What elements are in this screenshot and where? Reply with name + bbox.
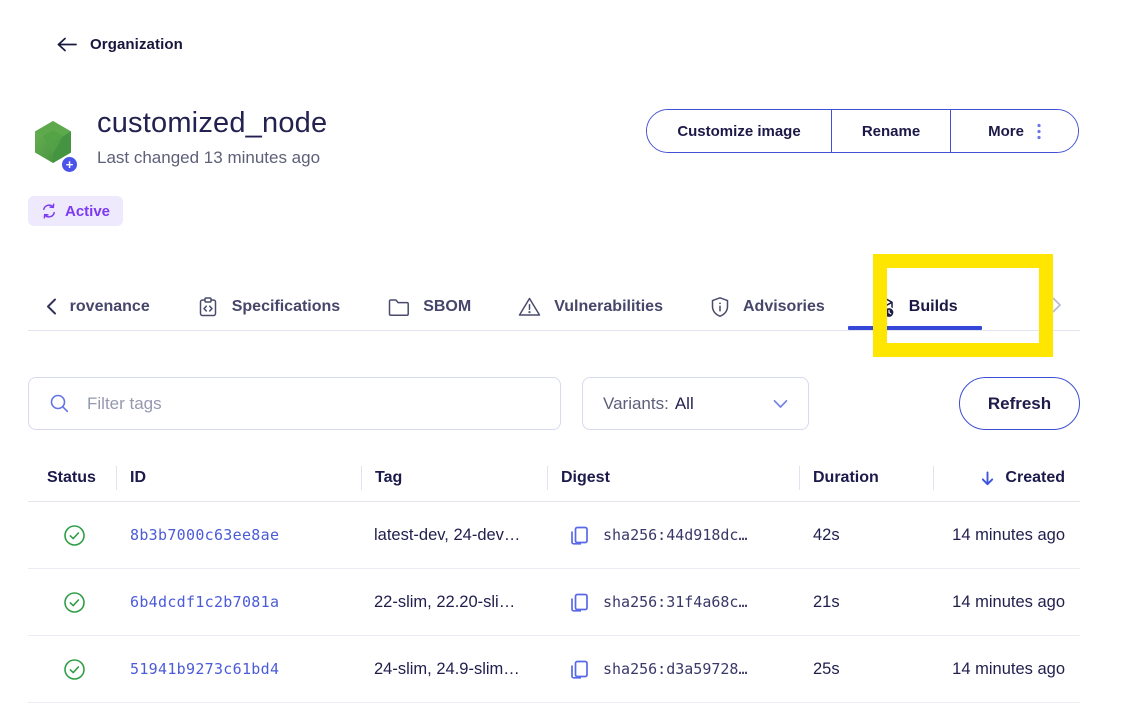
- image-detail-page: Organization + customized_node Last chan…: [0, 0, 1125, 718]
- tab-vulnerabilities[interactable]: Vulnerabilities: [518, 283, 663, 330]
- check-circle-icon: [64, 525, 85, 546]
- copy-icon[interactable]: [568, 591, 590, 613]
- tab-vulnerabilities-label: Vulnerabilities: [554, 298, 663, 316]
- folder-icon: [387, 297, 410, 317]
- customize-image-label: Customize image: [677, 123, 800, 140]
- tab-specifications[interactable]: Specifications: [197, 283, 340, 330]
- column-header-digest[interactable]: Digest: [547, 469, 799, 487]
- tab-builds-label: Builds: [909, 298, 958, 316]
- variants-dropdown[interactable]: Variants: All: [582, 377, 809, 430]
- plus-badge-icon: +: [60, 155, 79, 174]
- tab-advisories[interactable]: Advisories: [710, 283, 825, 330]
- clipboard-code-icon: [197, 296, 219, 318]
- status-badge: Active: [28, 196, 123, 226]
- breadcrumb: Organization: [57, 36, 183, 53]
- build-status-cell: [28, 592, 116, 613]
- column-header-duration[interactable]: Duration: [799, 469, 933, 487]
- digest-text: sha256:44d918dc…: [603, 526, 748, 544]
- build-status-cell: [28, 659, 116, 680]
- status-badge-label: Active: [65, 203, 110, 220]
- check-circle-icon: [64, 592, 85, 613]
- column-header-status[interactable]: Status: [28, 469, 116, 487]
- tab-provenance[interactable]: Provenance: [69, 283, 150, 330]
- warning-triangle-icon: [518, 296, 541, 317]
- image-logo: +: [33, 120, 89, 178]
- rename-label: Rename: [862, 123, 920, 140]
- build-digest-cell: sha256:d3a59728…: [547, 658, 799, 680]
- tab-scroll-right-icon[interactable]: [1052, 297, 1062, 313]
- filter-row: Variants: All Refresh: [28, 377, 1080, 430]
- rename-button[interactable]: Rename: [831, 110, 950, 152]
- more-label: More: [988, 123, 1024, 140]
- table-row: 8b3b7000c63ee8ae latest-dev, 24-dev… sha…: [28, 502, 1080, 569]
- package-clock-icon: [872, 295, 896, 319]
- tab-sbom-label: SBOM: [423, 298, 471, 316]
- variants-value: All: [675, 394, 694, 414]
- created-header-label: Created: [1005, 469, 1065, 487]
- tab-scroll-left-icon[interactable]: [46, 298, 57, 315]
- digest-text: sha256:31f4a68c…: [603, 593, 748, 611]
- tab-sbom[interactable]: SBOM: [387, 283, 471, 330]
- build-duration-cell: 25s: [799, 660, 933, 679]
- table-header-row: Status ID Tag Digest Duration Created: [28, 455, 1080, 502]
- customize-image-button[interactable]: Customize image: [647, 110, 831, 152]
- action-button-group: Customize image Rename More: [646, 109, 1079, 153]
- column-header-created[interactable]: Created: [933, 469, 1080, 487]
- last-changed-text: Last changed 13 minutes ago: [97, 148, 327, 168]
- search-icon: [49, 393, 70, 414]
- search-input[interactable]: [87, 394, 540, 414]
- build-created-cell: 14 minutes ago: [933, 593, 1080, 612]
- build-created-cell: 14 minutes ago: [933, 660, 1080, 679]
- builds-table: Status ID Tag Digest Duration Created: [28, 455, 1080, 703]
- build-duration-cell: 42s: [799, 526, 933, 545]
- tab-advisories-label: Advisories: [743, 298, 825, 316]
- kebab-menu-icon: [1037, 123, 1041, 140]
- build-tag-cell: latest-dev, 24-dev…: [361, 526, 547, 545]
- tab-provenance-label: Provenance: [69, 298, 150, 316]
- tab-builds[interactable]: Builds: [872, 283, 958, 330]
- copy-icon[interactable]: [568, 524, 590, 546]
- build-id-link[interactable]: 6b4dcdf1c2b7081a: [116, 593, 361, 611]
- column-header-id[interactable]: ID: [116, 469, 361, 487]
- back-link-organization[interactable]: Organization: [90, 36, 183, 53]
- build-id-link[interactable]: 8b3b7000c63ee8ae: [116, 526, 361, 544]
- build-digest-cell: sha256:31f4a68c…: [547, 591, 799, 613]
- sort-desc-arrow-icon: [979, 470, 996, 487]
- more-button[interactable]: More: [950, 110, 1078, 152]
- build-duration-cell: 21s: [799, 593, 933, 612]
- page-title: customized_node: [97, 107, 327, 140]
- build-id-link[interactable]: 51941b9273c61bd4: [116, 660, 361, 678]
- table-row: 51941b9273c61bd4 24-slim, 24.9-slim… sha…: [28, 636, 1080, 703]
- refresh-button[interactable]: Refresh: [959, 377, 1080, 430]
- build-status-cell: [28, 525, 116, 546]
- back-arrow-icon[interactable]: [57, 37, 77, 52]
- build-tag-cell: 24-slim, 24.9-slim…: [361, 660, 547, 679]
- variants-label: Variants:: [603, 394, 669, 414]
- sync-icon: [41, 203, 57, 219]
- check-circle-icon: [64, 659, 85, 680]
- tab-bar: Provenance Specifications SBOM: [28, 283, 1080, 331]
- build-digest-cell: sha256:44d918dc…: [547, 524, 799, 546]
- chevron-down-icon: [773, 399, 788, 409]
- title-block: customized_node Last changed 13 minutes …: [97, 107, 327, 168]
- copy-icon[interactable]: [568, 658, 590, 680]
- build-created-cell: 14 minutes ago: [933, 526, 1080, 545]
- filter-tags-search: [28, 377, 561, 430]
- build-tag-cell: 22-slim, 22.20-sli…: [361, 593, 547, 612]
- tab-specifications-label: Specifications: [232, 298, 340, 316]
- column-header-tag[interactable]: Tag: [361, 469, 547, 487]
- table-row: 6b4dcdf1c2b7081a 22-slim, 22.20-sli… sha…: [28, 569, 1080, 636]
- shield-info-icon: [710, 296, 730, 318]
- digest-text: sha256:d3a59728…: [603, 660, 748, 678]
